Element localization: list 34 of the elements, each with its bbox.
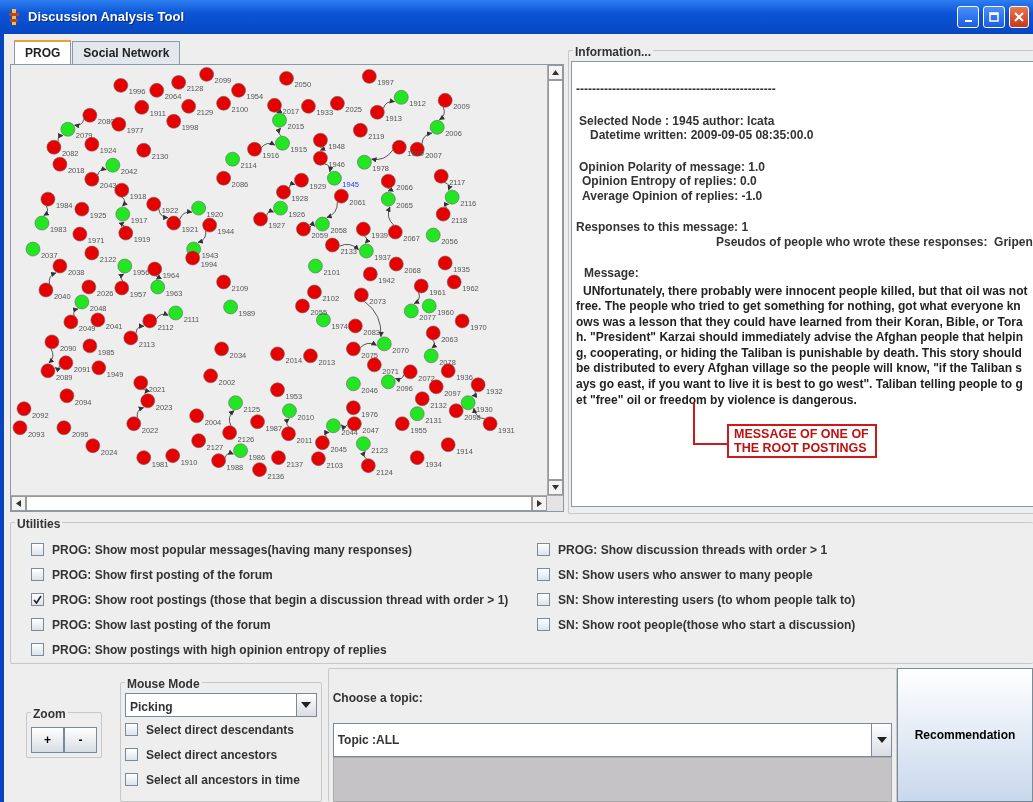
info-line: Responses to this message: 1 [576, 220, 750, 235]
checkbox-label: SN: Show interesting users (to whom people talk to) [558, 591, 856, 609]
checkbox-label: SN: Show users who answer to many people [558, 566, 813, 584]
recommendation-button[interactable]: Recommendation [897, 668, 1033, 802]
callout-box: MESSAGE OF ONE OF THE ROOT POSTINGS [727, 424, 877, 458]
checkbox-label: PROG: Show root postings (those that begin a discussion thread with order > 1) [52, 591, 509, 609]
tab[interactable]: PROG [14, 40, 72, 64]
checkbox-label: Select all ancestors in time [145, 771, 300, 789]
info-line: -------------------------------------------------- [576, 82, 777, 97]
topic-dropdown[interactable]: Topic :ALL [332, 723, 892, 757]
info-line: Pseudos of people who wrote these responses: Gripen [715, 234, 1033, 249]
info-line: Message: [583, 266, 640, 281]
zoom-button[interactable]: - [64, 727, 97, 753]
zoom-button[interactable]: + [31, 727, 64, 753]
checkbox-label: PROG: Show postings with high opinion entropy of replies [52, 641, 387, 659]
message-text: UNfortunately, there probably were innocent people killed, but that oil was not free. The people who tried to get something for nothing, got what everyone knows was a lesson that they could have learned from their Koran, Bible, or Torah. "President" Karzai should immediately advise the Afghan people that helping, cooperating, or hiding the Taliban is punishable by death. This story should be distributed to every Afghan village so the people will know, "if the Taliban says go east, if you want to live it is best to go west". Taliban telling people to get "free" oil or freedom by violence is dangerous. [576, 283, 1028, 409]
checkbox-label: PROG: Show most popular messages(having many responses) [52, 541, 413, 559]
checkbox-label: PROG: Show first posting of the forum [52, 566, 273, 584]
checkbox-label: PROG: Show discussion threads with order > 1 [558, 541, 828, 559]
field-label: Choose a topic: [332, 690, 424, 707]
info-line: Average Opinion of replies: -1.0 [581, 188, 764, 203]
window-title: Discussion Analysis Tool [28, 8, 185, 27]
checkbox-label: PROG: Show last posting of the forum [52, 616, 271, 634]
mode-dropdown[interactable]: Picking [124, 693, 317, 717]
info-line: Opinion Polarity of message: 1.0 [578, 159, 767, 174]
dropdown-value: Picking [128, 699, 174, 716]
tab[interactable]: Social Network [72, 41, 181, 64]
info-line: Datetime written: 2009-09-05 08:35:00.0 [589, 128, 815, 143]
checkbox-label: Select direct descendants [145, 721, 294, 739]
info-line: Opinion Entropy of replies: 0.0 [581, 174, 758, 189]
checkbox-label: Select direct ancestors [145, 746, 278, 764]
dropdown-value: Topic :ALL [336, 732, 401, 749]
info-line: Selected Node : 1945 author: Icata [578, 113, 776, 128]
checkbox-label: SN: Show root people(those who start a discussion) [558, 616, 856, 634]
